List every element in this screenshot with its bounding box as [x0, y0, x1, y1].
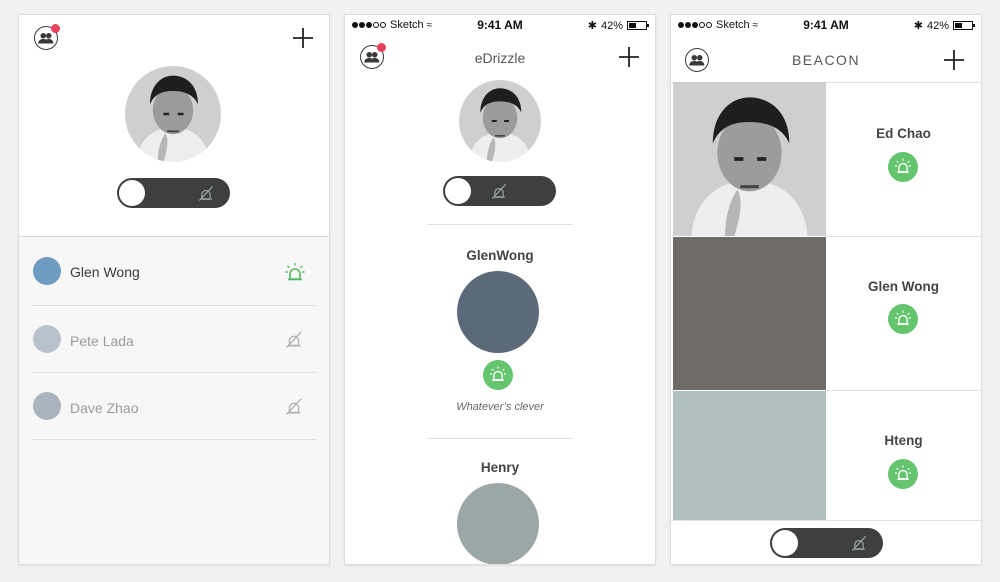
card-photo[interactable] — [673, 237, 826, 390]
beacon-badge[interactable] — [483, 360, 513, 390]
person-card[interactable]: Glen Wong — [826, 237, 981, 390]
beacon-toggle[interactable] — [443, 176, 556, 206]
bluetooth-icon: ✱ — [587, 20, 597, 32]
beacon-badge[interactable] — [888, 152, 918, 182]
beacon-off-icon[interactable] — [283, 328, 305, 350]
my-avatar — [125, 66, 221, 162]
status-caption: Whatever’s clever — [456, 401, 544, 413]
person-card[interactable]: Hteng — [826, 391, 981, 520]
beacon-toggle[interactable] — [770, 528, 883, 558]
beacon-off-icon — [489, 181, 509, 201]
contact-row[interactable]: Dave Zhao — [31, 373, 316, 440]
row-divider — [31, 439, 316, 440]
person-card[interactable]: Ed Chao — [826, 82, 981, 236]
status-bar: Sketch ≈ 9:41 AM ✱ 42% — [671, 15, 981, 35]
battery-icon — [627, 21, 649, 30]
toggle-knob — [445, 178, 471, 204]
toggle-knob — [772, 530, 798, 556]
plus-icon[interactable] — [292, 27, 314, 49]
bluetooth-icon: ✱ — [913, 20, 923, 32]
avatar — [33, 392, 61, 420]
groups-button[interactable] — [685, 48, 709, 77]
divider — [427, 438, 573, 439]
plus-icon[interactable] — [943, 49, 965, 71]
people-icon — [685, 48, 709, 72]
beacon-alarm-icon[interactable] — [283, 260, 307, 284]
beacon-alarm-icon — [488, 364, 508, 384]
beacon-badge[interactable] — [888, 304, 918, 334]
battery-percent: 42% — [600, 19, 623, 32]
feed-screen: Sketch ≈ 9:41 AM ✱ 42% eDrizzle GlenWong… — [345, 15, 655, 564]
card-photo[interactable] — [673, 391, 826, 520]
notification-dot — [51, 24, 60, 33]
beacon-alarm-icon — [893, 156, 913, 176]
groups-button[interactable] — [360, 43, 386, 74]
status-right: ✱ 42% — [913, 19, 975, 32]
contact-name: Dave Zhao — [70, 400, 139, 416]
avatar — [33, 257, 61, 285]
beacon-off-icon — [196, 183, 216, 203]
groups-button[interactable] — [34, 24, 60, 55]
feed-name: Henry — [480, 460, 520, 475]
nav-title: BEACON — [791, 52, 861, 68]
plus-icon[interactable] — [618, 46, 640, 68]
notification-dot — [377, 43, 386, 52]
beacon-alarm-icon — [893, 463, 913, 483]
beacon-alarm-icon — [893, 308, 913, 328]
status-bar: Sketch ≈ 9:41 AM ✱ 42% — [345, 15, 655, 35]
my-avatar — [459, 80, 541, 162]
status-right: ✱ 42% — [587, 19, 649, 32]
contact-name: Pete Lada — [70, 333, 134, 349]
toggle-knob — [119, 180, 145, 206]
divider — [671, 520, 981, 521]
nav-title: eDrizzle — [474, 50, 526, 66]
card-name: Glen Wong — [868, 279, 939, 294]
beacon-badge[interactable] — [888, 459, 918, 489]
beacon-off-icon — [849, 533, 869, 553]
contact-row[interactable]: Pete Lada — [31, 306, 316, 372]
beacon-screen: Sketch ≈ 9:41 AM ✱ 42% BEACON Ed Chao Gl… — [671, 15, 981, 564]
avatar — [33, 325, 61, 353]
battery-icon — [953, 21, 975, 30]
contact-name: Glen Wong — [70, 264, 140, 280]
feed-avatar[interactable] — [457, 271, 539, 353]
beacon-off-icon[interactable] — [283, 395, 305, 417]
card-photo[interactable] — [673, 82, 826, 236]
card-name: Hteng — [884, 433, 923, 448]
contacts-screen: Glen Wong Pete Lada Dave Zhao — [19, 15, 329, 564]
card-name: Ed Chao — [876, 126, 931, 141]
feed-avatar[interactable] — [457, 483, 539, 564]
beacon-toggle[interactable] — [117, 178, 230, 208]
divider — [427, 224, 573, 225]
contact-row[interactable]: Glen Wong — [31, 238, 316, 305]
feed-name: GlenWong — [466, 248, 534, 263]
battery-percent: 42% — [926, 19, 949, 32]
